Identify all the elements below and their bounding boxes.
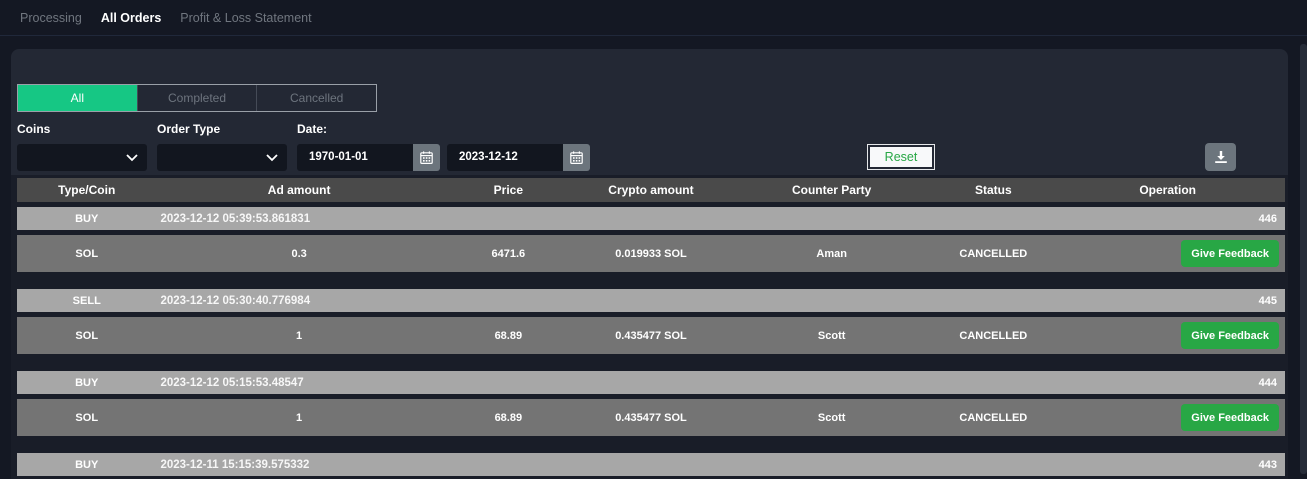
date-from-calendar-button[interactable] [413,144,440,171]
scrollbar[interactable] [1300,44,1307,474]
reset-button-outline: Reset [867,144,936,170]
order-id: 445 [1050,295,1285,307]
cell-operation: Give Feedback [1050,322,1285,349]
cell-price: 6471.6 [442,248,575,260]
download-icon [1214,150,1228,164]
cell-status: CANCELLED [936,330,1050,342]
chevron-down-icon [126,154,138,162]
column-header-crypto-amount: Crypto amount [575,183,727,197]
order-detail-row: SOL 1 68.89 0.435477 SOL Scott CANCELLED… [17,317,1285,354]
column-header-operation: Operation [1050,183,1285,197]
order-id: 446 [1050,213,1285,225]
orders-table: Type/Coin Ad amount Price Crypto amount … [11,175,1288,479]
order-type: BUY [17,377,156,389]
orders-panel: All Completed Cancelled Coins Order Type… [11,49,1288,479]
status-filter-completed[interactable]: Completed [137,85,257,111]
cell-crypto-amount: 0.019933 SOL [575,248,727,260]
coins-select[interactable] [17,144,147,171]
order-group-header-row: BUY 2023-12-12 05:39:53.861831 446 [17,207,1285,230]
filter-labels-row: Coins Order Type Date: [17,122,1285,135]
cell-counter-party: Aman [727,248,936,260]
order-group: BUY 2023-12-12 05:39:53.861831 446 SOL 0… [17,207,1285,272]
order-type-select[interactable] [157,144,287,171]
give-feedback-button[interactable]: Give Feedback [1181,240,1279,267]
column-header-type-coin: Type/Coin [17,183,156,197]
order-type: BUY [17,459,156,471]
calendar-icon [420,151,433,164]
order-id: 443 [1050,459,1285,471]
cell-operation: Give Feedback [1050,240,1285,267]
cell-operation: Give Feedback [1050,404,1285,431]
order-group: BUY 2023-12-12 05:15:53.48547 444 SOL 1 … [17,371,1285,436]
coins-label: Coins [17,122,157,135]
download-button[interactable] [1205,143,1236,171]
order-type: BUY [17,213,156,225]
cell-coin: SOL [17,248,156,260]
cell-crypto-amount: 0.435477 SOL [575,330,727,342]
date-to-input[interactable] [447,144,563,171]
cell-ad-amount: 0.3 [156,248,441,260]
order-timestamp: 2023-12-11 15:15:39.575332 [156,459,1050,471]
order-group: SELL 2023-12-12 05:30:40.776984 445 SOL … [17,289,1285,354]
order-detail-row: SOL 1 68.89 0.435477 SOL Scott CANCELLED… [17,399,1285,436]
table-body: BUY 2023-12-12 05:39:53.861831 446 SOL 0… [17,207,1285,476]
cell-counter-party: Scott [727,330,936,342]
cell-coin: SOL [17,330,156,342]
order-id: 444 [1050,377,1285,389]
status-filter-all[interactable]: All [18,85,137,111]
order-type-label: Order Type [157,122,297,135]
top-nav: Processing All Orders Profit & Loss Stat… [0,0,1307,36]
order-group-header-row: SELL 2023-12-12 05:30:40.776984 445 [17,289,1285,312]
cell-counter-party: Scott [727,412,936,424]
order-timestamp: 2023-12-12 05:30:40.776984 [156,295,1050,307]
column-header-counter-party: Counter Party [727,183,936,197]
status-filter-group: All Completed Cancelled [17,84,377,112]
order-group: BUY 2023-12-11 15:15:39.575332 443 [17,453,1285,476]
order-timestamp: 2023-12-12 05:15:53.48547 [156,377,1050,389]
cell-status: CANCELLED [936,412,1050,424]
column-header-status: Status [936,183,1050,197]
status-filter-cancelled[interactable]: Cancelled [256,85,376,111]
cell-coin: SOL [17,412,156,424]
order-group-header-row: BUY 2023-12-12 05:15:53.48547 444 [17,371,1285,394]
date-from-input[interactable] [297,144,413,171]
cell-status: CANCELLED [936,248,1050,260]
column-header-ad-amount: Ad amount [156,183,441,197]
date-to-calendar-button[interactable] [563,144,590,171]
cell-price: 68.89 [442,330,575,342]
reset-button[interactable]: Reset [870,147,933,167]
cell-ad-amount: 1 [156,412,441,424]
give-feedback-button[interactable]: Give Feedback [1181,322,1279,349]
order-type: SELL [17,295,156,307]
tab-processing[interactable]: Processing [20,11,82,25]
date-to-group [447,144,590,171]
order-group-header-row: BUY 2023-12-11 15:15:39.575332 443 [17,453,1285,476]
date-from-group [297,144,440,171]
cell-crypto-amount: 0.435477 SOL [575,412,727,424]
date-label: Date: [297,122,327,135]
tab-profit-loss-statement[interactable]: Profit & Loss Statement [180,11,311,25]
chevron-down-icon [266,154,278,162]
order-detail-row: SOL 0.3 6471.6 0.019933 SOL Aman CANCELL… [17,235,1285,272]
tab-all-orders[interactable]: All Orders [101,11,161,25]
cell-ad-amount: 1 [156,330,441,342]
cell-price: 68.89 [442,412,575,424]
column-header-price: Price [442,183,575,197]
give-feedback-button[interactable]: Give Feedback [1181,404,1279,431]
table-header-row: Type/Coin Ad amount Price Crypto amount … [17,178,1285,202]
calendar-icon [570,151,583,164]
order-timestamp: 2023-12-12 05:39:53.861831 [156,213,1050,225]
filter-controls-row: Reset [17,143,1285,171]
